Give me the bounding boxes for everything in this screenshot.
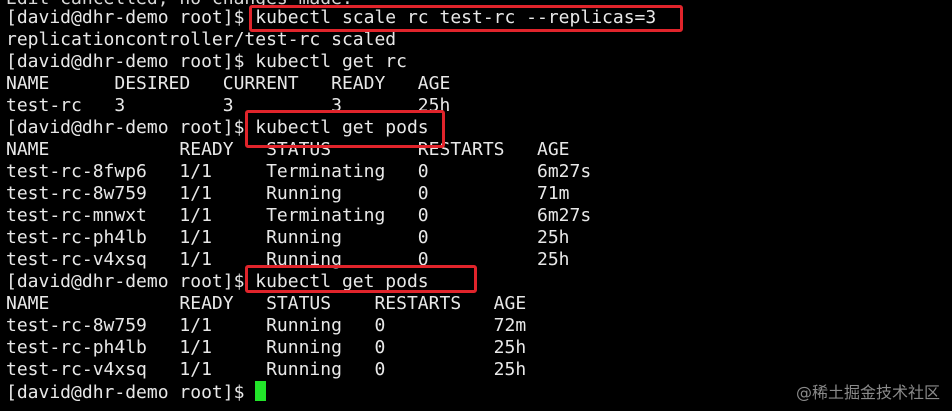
highlight-box-get-pods-command xyxy=(245,110,445,148)
pods-table-row: test-rc-ph4lb 1/1 Running 0 25h xyxy=(6,227,570,248)
terminal-line-get-rc-command: [david@dhr-demo root]$ kubectl get rc xyxy=(6,51,407,72)
watermark: @稀土掘金技术社区 xyxy=(795,383,940,402)
highlight-box-get-pods-command xyxy=(245,265,477,293)
rc-table-header: NAME DESIRED CURRENT READY AGE xyxy=(6,73,451,94)
pods-table-row: test-rc-8w759 1/1 Running 0 71m xyxy=(6,183,570,204)
pods-table-row: test-rc-v4xsq 1/1 Running 0 25h xyxy=(6,359,527,380)
pods-table-row: test-rc-ph4lb 1/1 Running 0 25h xyxy=(6,337,527,358)
pods-table-row: test-rc-8w759 1/1 Running 0 72m xyxy=(6,315,527,336)
pods-table-header: NAME READY STATUS RESTARTS AGE xyxy=(6,293,527,314)
highlight-box-scale-command xyxy=(249,5,683,32)
terminal-window[interactable]: Edit cancelled, no changes made. [david@… xyxy=(0,0,952,411)
terminal-line-scale-output: replicationcontroller/test-rc scaled xyxy=(6,29,397,50)
pods-table-row: test-rc-8fwp6 1/1 Terminating 0 6m27s xyxy=(6,161,592,182)
text-cursor xyxy=(255,381,267,401)
pods-table-row: test-rc-mnwxt 1/1 Terminating 0 6m27s xyxy=(6,205,592,226)
prompt: [david@dhr-demo root]$ xyxy=(6,382,256,403)
terminal-input-line[interactable]: [david@dhr-demo root]$ xyxy=(6,381,267,403)
